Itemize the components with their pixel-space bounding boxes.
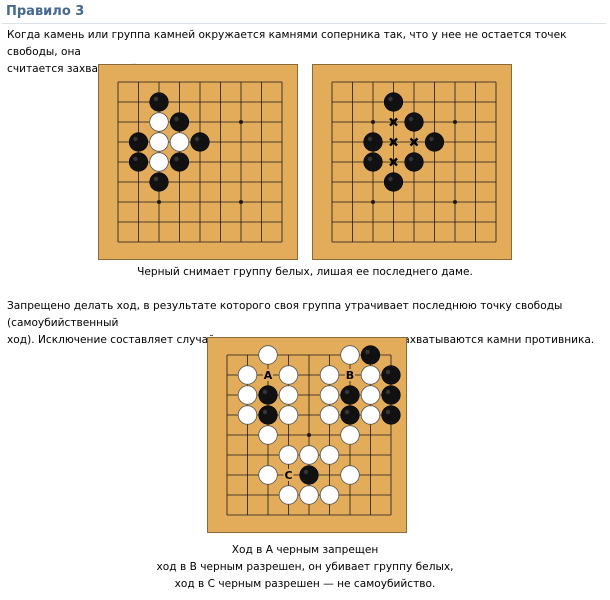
white-stone: [319, 385, 340, 405]
star-point: [453, 200, 457, 204]
rule-title: Правило 3: [6, 4, 85, 19]
white-stone: [299, 485, 319, 505]
white-stone: [319, 365, 340, 385]
stone-highlight: [385, 369, 391, 375]
stone-highlight: [385, 409, 391, 415]
capture-after-board: [312, 64, 512, 260]
black-stone: [404, 152, 424, 172]
black-stone: [169, 112, 190, 132]
white-stone: [237, 405, 258, 425]
stone-highlight: [153, 96, 159, 102]
white-stone: [278, 365, 299, 385]
stone-highlight: [365, 349, 370, 355]
white-stone: [237, 385, 258, 405]
point-label-c: C: [284, 469, 292, 482]
black-stone: [360, 345, 381, 365]
black-stone: [128, 152, 149, 172]
stone-highlight: [174, 116, 179, 122]
black-stone: [340, 405, 360, 425]
black-stone: [363, 132, 383, 152]
rule-line-1: Когда камень или группа камней окружаетс…: [7, 29, 567, 58]
black-stone: [381, 405, 401, 425]
stone-highlight: [153, 176, 159, 182]
white-stone: [258, 345, 278, 365]
stone-highlight: [133, 136, 138, 142]
black-stone: [363, 152, 383, 172]
star-point: [371, 200, 375, 204]
black-stone: [258, 385, 278, 405]
rule-description: Когда камень или группа камней окружаетс…: [7, 27, 607, 78]
star-point: [157, 200, 161, 204]
stone-highlight: [388, 96, 393, 102]
white-stone: [278, 385, 299, 405]
stone-highlight: [388, 176, 393, 182]
white-stone: [169, 132, 190, 152]
stone-highlight: [133, 156, 138, 162]
black-stone: [258, 405, 278, 425]
capture-before-board: [98, 64, 298, 260]
white-stone: [258, 425, 278, 445]
stone-highlight: [262, 389, 268, 395]
stone-highlight: [262, 409, 268, 415]
stone-highlight: [429, 136, 434, 142]
star-point: [307, 433, 311, 437]
white-stone: [340, 425, 360, 445]
stone-highlight: [174, 156, 179, 162]
white-stone: [149, 112, 169, 132]
black-stone: [128, 132, 149, 152]
white-stone: [278, 445, 299, 465]
stone-highlight: [194, 136, 200, 142]
black-stone: [383, 172, 404, 192]
point-label-b: B: [346, 369, 354, 382]
stone-highlight: [344, 409, 350, 415]
black-stone: [424, 132, 445, 152]
white-stone: [278, 485, 299, 505]
stone-highlight: [408, 156, 414, 162]
stone-highlight: [303, 469, 309, 475]
capture-caption: Черный снимает группу белых, лишая ее по…: [98, 264, 512, 281]
stone-highlight: [408, 116, 414, 122]
stone-highlight: [367, 136, 373, 142]
stone-highlight: [344, 389, 350, 395]
star-point: [453, 120, 457, 124]
white-stone: [340, 465, 360, 485]
white-stone: [360, 405, 381, 425]
black-stone: [340, 385, 360, 405]
white-stone: [258, 465, 278, 485]
black-stone: [149, 172, 169, 192]
white-stone: [237, 365, 258, 385]
white-stone: [319, 485, 340, 505]
black-stone: [381, 385, 401, 405]
white-stone: [319, 445, 340, 465]
point-label-a: A: [264, 369, 273, 382]
white-stone: [299, 445, 319, 465]
black-stone: [169, 152, 190, 172]
suicide-caption-line-2: ход в В черным разрешен, он убивает груп…: [156, 561, 454, 573]
stone-highlight: [385, 389, 391, 395]
star-point: [239, 200, 243, 204]
star-point: [239, 120, 243, 124]
suicide-caption-line-1: Ход в А черным запрещен: [231, 544, 379, 556]
white-stone: [149, 152, 169, 172]
black-stone: [383, 92, 404, 112]
black-stone: [381, 365, 401, 385]
white-stone: [360, 365, 381, 385]
star-point: [371, 120, 375, 124]
white-stone: [319, 405, 340, 425]
rule-header: Правило 3: [2, 3, 606, 24]
white-stone: [149, 132, 169, 152]
white-stone: [360, 385, 381, 405]
black-stone: [190, 132, 210, 152]
suicide-caption-line-3: ход в С черным разрешен — не самоубийств…: [174, 578, 436, 590]
suicide-board: A B C: [207, 337, 407, 533]
black-stone: [299, 465, 319, 485]
black-stone: [404, 112, 424, 132]
suicide-caption: Ход в А черным запрещен ход в В черным р…: [150, 542, 460, 593]
capture-caption-text: Черный снимает группу белых, лишая ее по…: [137, 266, 473, 278]
white-stone: [340, 345, 360, 365]
suicide-line-1: Запрещено делать ход, в результате котор…: [7, 300, 563, 329]
white-stone: [278, 405, 299, 425]
black-stone: [149, 92, 169, 112]
stone-highlight: [367, 156, 373, 162]
